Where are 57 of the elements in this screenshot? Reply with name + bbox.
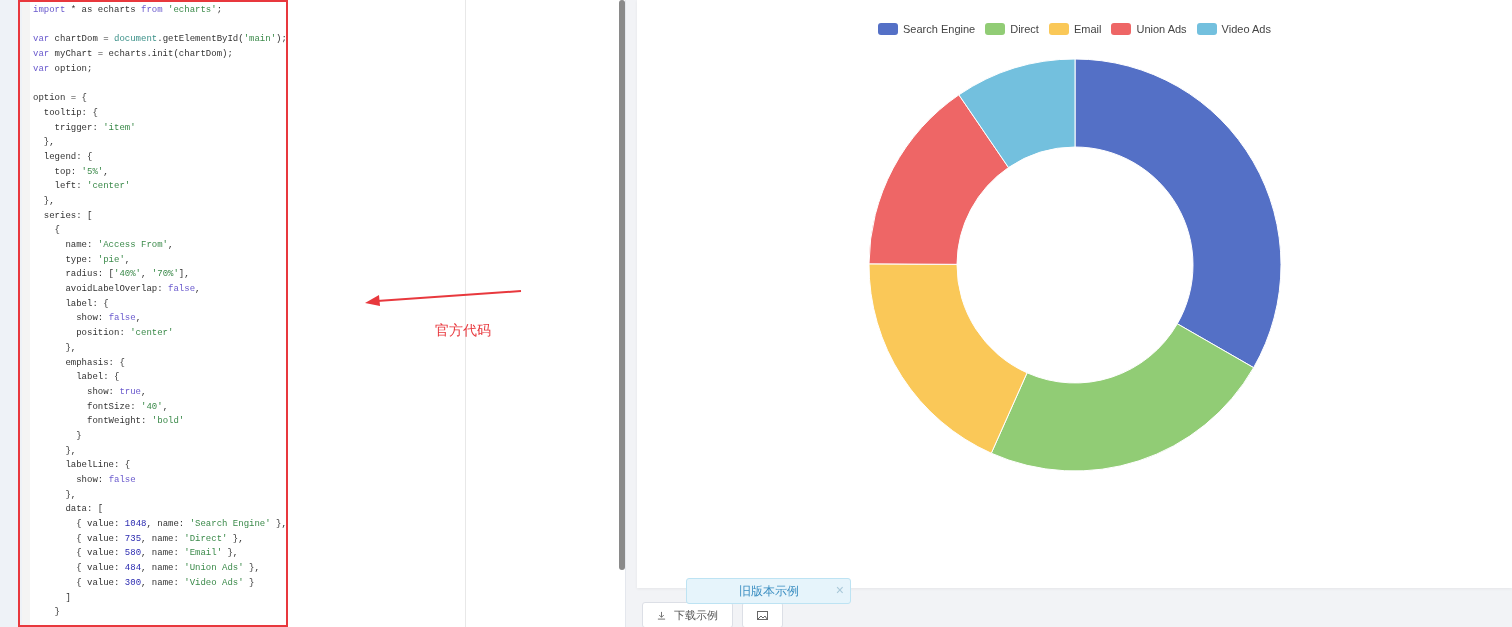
code-line: left: 'center' (53, 180, 131, 194)
legend-label[interactable]: Union Ads (1136, 23, 1187, 35)
code-line: ] (64, 591, 71, 605)
code-line: { value: 484, name: 'Union Ads' }, (75, 562, 260, 576)
download-icon (657, 610, 666, 620)
code-line: position: 'center' (75, 327, 174, 341)
code-line: series: [ (42, 209, 93, 223)
code-line: avoidLabelOverlap: false, (64, 283, 201, 297)
image-icon (757, 610, 768, 620)
code-line: { value: 735, name: 'Direct' }, (75, 532, 244, 546)
code-line: } (75, 429, 82, 443)
code-line: fontWeight: 'bold' (86, 415, 185, 429)
scrollbar[interactable] (619, 0, 625, 570)
code-line: name: 'Access From', (64, 239, 174, 252)
legend-swatch[interactable] (878, 23, 899, 35)
code-line: } (53, 606, 60, 620)
code-line: labelLine: { (64, 459, 131, 473)
code-line: type: 'pie', (64, 253, 131, 267)
code-line: tooltip: { (42, 106, 98, 120)
code-line: }, (42, 136, 55, 150)
code-line: emphasis: { (64, 356, 125, 370)
code-line: { value: 1048, name: 'Search Engine' }, (75, 518, 287, 532)
legend-swatch[interactable] (1111, 23, 1132, 35)
legend-swatch[interactable] (985, 23, 1006, 35)
code-line: { (53, 224, 60, 238)
code-line: { value: 580, name: 'Email' }, (75, 547, 239, 561)
code-line: show: false (75, 474, 136, 487)
code-line: var chartDom = document.getElementById('main'); (33, 33, 287, 47)
legend-label[interactable]: Direct (1010, 23, 1039, 35)
download-button[interactable]: 下载示例 (642, 602, 733, 627)
code-line: import * as echarts from 'echarts'; (33, 4, 223, 17)
code-line: top: '5%', (53, 165, 109, 179)
code-line: label: { (75, 371, 120, 385)
code-line: { value: 300, name: 'Video Ads' } (75, 576, 255, 590)
code-line: var myChart = echarts.init(chartDom); (33, 48, 233, 62)
code-line: trigger: 'item' (53, 121, 136, 135)
code-line: }, (42, 194, 55, 208)
code-line: label: { (64, 297, 109, 311)
code-line: }, (64, 488, 77, 502)
code-line: var option; (33, 62, 93, 76)
code-line: show: false, (75, 312, 142, 326)
legend-swatch[interactable] (1196, 23, 1217, 35)
annotation-text: 官方代码 (435, 322, 491, 340)
code-line: data: [ (64, 503, 104, 517)
code-line: }, (64, 444, 77, 458)
toast-text: 旧版本示例 (738, 582, 799, 600)
legend-label[interactable]: Search Engine (903, 23, 976, 35)
code-line: radius: ['40%', '70%'], (64, 268, 190, 282)
screenshot-button[interactable] (742, 602, 783, 627)
code-line: show: true, (86, 385, 147, 399)
legend-swatch[interactable] (1048, 23, 1069, 35)
legend-label[interactable]: Email (1073, 23, 1102, 35)
code-line: }, (64, 341, 77, 355)
code-line: legend: { (42, 150, 93, 164)
code-line: option = { (33, 92, 87, 106)
code-line: fontSize: '40', (86, 400, 169, 414)
legend-label[interactable]: Video Ads (1221, 23, 1271, 35)
